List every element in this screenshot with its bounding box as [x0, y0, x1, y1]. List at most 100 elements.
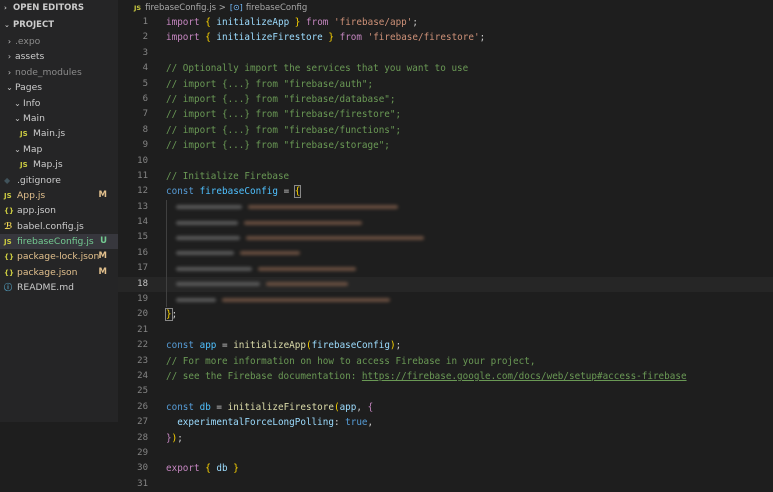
tree-item-main[interactable]: ⌄ Main [0, 111, 118, 126]
code-token: experimentalForceLongPolling [177, 417, 334, 429]
redacted-key [176, 282, 260, 287]
redacted-key [176, 235, 240, 240]
code-line[interactable]: 12 const firebaseConfig = { [118, 184, 773, 199]
code-lines[interactable]: 1 import { initializeApp } from 'firebase… [118, 15, 773, 492]
code-token: // import {...} from "firebase/auth"; [166, 78, 374, 90]
code-line[interactable]: 22 const app = initializeApp(firebaseConf… [118, 338, 773, 353]
redacted-key [176, 205, 242, 210]
tree-item-main-js[interactable]: JS Main.js [0, 126, 118, 141]
tree-item-babel-config-js[interactable]: ℬbabel.config.js [0, 219, 118, 234]
code-line[interactable]: 5 // import {...} from "firebase/auth"; [118, 77, 773, 92]
tree-item-label: firebaseConfig.js [17, 236, 94, 248]
tree-item-assets[interactable]: › assets [0, 49, 118, 64]
chevron-right-icon: › [7, 37, 12, 46]
code-text: // import {...} from "firebase/database"… [166, 92, 396, 107]
code-line[interactable]: 21 [118, 323, 773, 338]
code-token: app [199, 340, 217, 352]
code-line[interactable]: 6 // import {...} from "firebase/database… [118, 92, 773, 107]
code-token: db [199, 401, 211, 413]
line-number: 19 [137, 294, 148, 305]
chevron-down-icon: ⌄ [6, 83, 13, 93]
tree-item-pages[interactable]: ⌄ Pages [0, 80, 118, 95]
code-line[interactable]: 24 // see the Firebase documentation: htt… [118, 369, 773, 384]
json-file-icon: {} [4, 268, 14, 277]
tree-item-gitignore[interactable]: ◆ .gitignore [0, 173, 118, 188]
redacted-value [240, 251, 300, 256]
tree-item-app-json[interactable]: {} app.json [0, 203, 118, 218]
tree-item-map-js[interactable]: JS Map.js [0, 157, 118, 172]
line-number: 20 [137, 309, 148, 320]
line-number: 23 [137, 355, 148, 366]
tree-item-node-modules[interactable]: › node_modules [0, 65, 118, 80]
code-editor[interactable]: JS firebaseConfig.js > [⊙] firebaseConfig 1… [118, 0, 773, 489]
code-line[interactable]: 31 [118, 477, 773, 492]
code-line[interactable]: 4 // Optionally import the services that … [118, 61, 773, 76]
code-line[interactable]: 29 [118, 446, 773, 461]
chevron-right-icon: › [4, 4, 7, 12]
tree-item-readme-md[interactable]: ⓘ README.md [0, 280, 118, 295]
code-line[interactable]: 16 [118, 245, 773, 262]
code-line[interactable]: 11 // Initialize Firebase [118, 169, 773, 184]
tree-item-firebaseconfig-js[interactable]: JS firebaseConfig.js U [0, 234, 118, 250]
breadcrumb-symbol[interactable]: firebaseConfig [246, 3, 307, 13]
tree-item-map[interactable]: ⌄ Map [0, 142, 118, 157]
code-line[interactable]: 30 export { db } [118, 461, 773, 476]
code-token: ; [479, 32, 486, 44]
project-header[interactable]: ⌄ PROJECT [0, 17, 118, 34]
code-line[interactable]: 10 [118, 154, 773, 169]
indent-guide [166, 292, 167, 308]
code-line[interactable]: 9 // import {...} from "firebase/storage"… [118, 138, 773, 153]
code-line[interactable]: 3 [118, 46, 773, 61]
code-token: ; [395, 340, 402, 352]
indent-guide [166, 245, 167, 262]
code-line[interactable]: 28}); [118, 431, 773, 446]
code-line[interactable]: 13 [118, 199, 773, 216]
code-line[interactable]: 17 [118, 261, 773, 277]
code-token: firebaseConfig [311, 340, 390, 352]
code-token: { [367, 401, 374, 413]
code-token: from [339, 32, 362, 44]
code-line[interactable]: 14 [118, 215, 773, 231]
code-line[interactable]: 18 [118, 276, 773, 293]
tree-item-app-js[interactable]: JS App.js M [0, 188, 118, 203]
code-token: = [277, 186, 295, 198]
code-line[interactable]: 2 import { initializeFirestore } from 'fi… [118, 30, 773, 45]
code-line[interactable]: 8 // import {...} from "firebase/function… [118, 123, 773, 138]
code-token: const [166, 340, 194, 352]
code-token[interactable]: https://firebase.google.com/docs/web/set… [362, 371, 687, 382]
code-text: // import {...} from "firebase/firestore… [166, 107, 401, 122]
code-line[interactable]: 26 const db = initializeFirestore(app, { [118, 400, 773, 415]
code-line[interactable]: 19 [118, 292, 773, 308]
tree-item-expo[interactable]: › .expo [0, 34, 118, 49]
tree-item-package-json[interactable]: {} package.json M [0, 265, 118, 280]
code-line[interactable]: 20}; [118, 307, 773, 322]
code-token: , [367, 417, 374, 429]
breadcrumb-file[interactable]: firebaseConfig.js [145, 3, 216, 13]
code-line[interactable]: 1 import { initializeApp } from 'firebase… [118, 15, 773, 30]
code-text [166, 215, 362, 231]
file-tree: › .expo › assets › node_modules ⌄ Pages ⌄ Info ⌄ Ma… [0, 34, 118, 296]
code-text: import { initializeApp } from 'firebase/… [166, 15, 418, 30]
redacted-value [244, 220, 362, 225]
line-number: 31 [137, 478, 148, 489]
tree-item-info[interactable]: ⌄ Info [0, 96, 118, 111]
code-line[interactable]: 25 [118, 384, 773, 399]
breadcrumb-separator: > [218, 3, 226, 13]
code-token: , [356, 401, 368, 413]
code-text: const firebaseConfig = { [166, 184, 302, 199]
code-token: { [293, 185, 302, 199]
code-text: // For more information on how to access… [166, 354, 535, 369]
code-line[interactable]: 27 experimentalForceLongPolling: true, [118, 415, 773, 430]
line-number: 11 [137, 170, 148, 181]
open-editors-header[interactable]: › OPEN EDITORS [0, 0, 118, 17]
chevron-down-icon: ⌄ [14, 98, 21, 108]
code-text: import { initializeFirestore } from 'fir… [166, 30, 485, 45]
code-line[interactable]: 15 [118, 230, 773, 246]
code-line[interactable]: 7 // import {...} from "firebase/firestor… [118, 107, 773, 122]
indent-guide [166, 215, 167, 231]
code-line[interactable]: 23 // For more information on how to acce… [118, 354, 773, 369]
redacted-value [246, 235, 424, 240]
line-number: 3 [142, 47, 148, 58]
tree-item-package-lock-json[interactable]: {} package-lock.json M [0, 249, 118, 264]
